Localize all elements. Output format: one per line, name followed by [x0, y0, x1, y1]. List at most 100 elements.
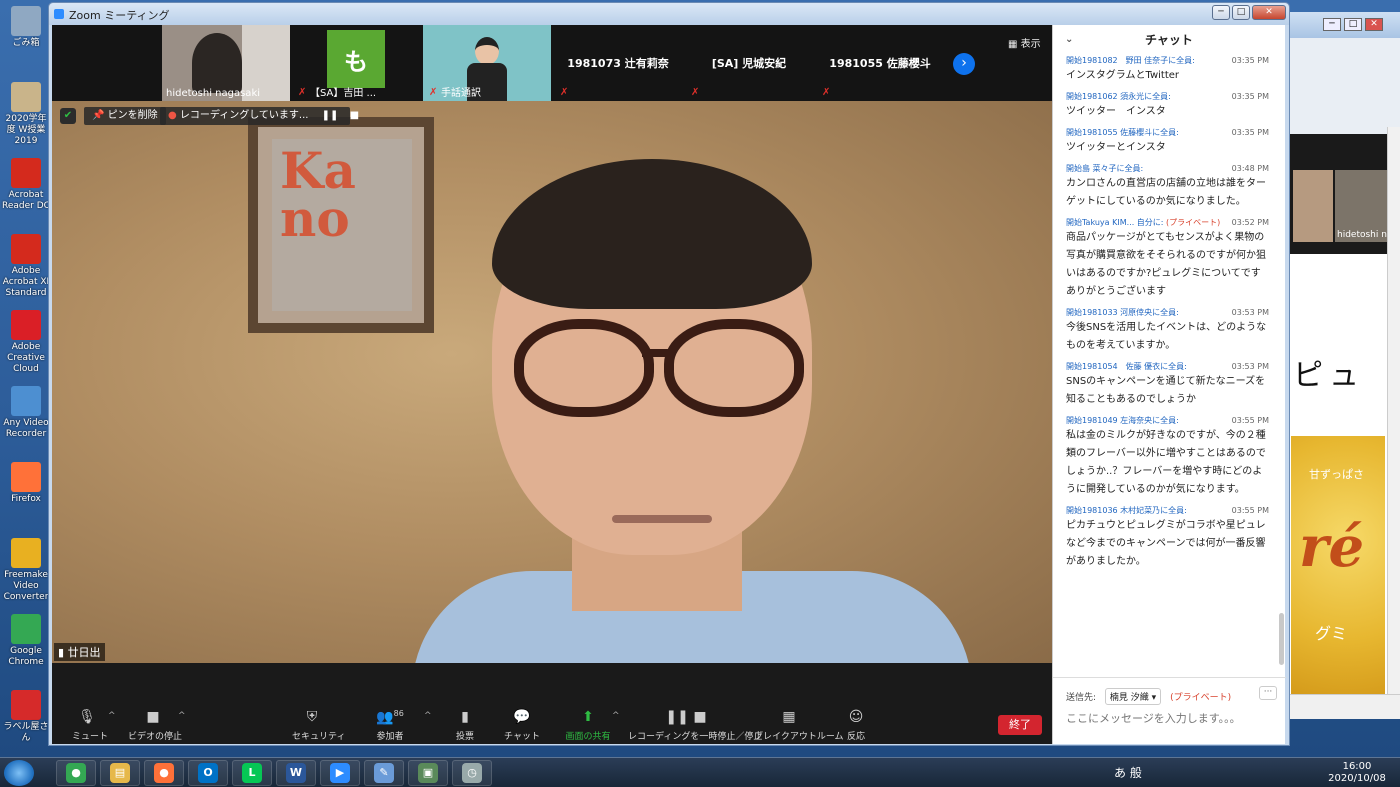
chat-footer: 送信先: 楠見 汐織 ▾ (プライベート) ···: [1053, 677, 1286, 744]
view-button[interactable]: ▦ 表示: [1008, 35, 1041, 50]
outlook-icon: O: [198, 763, 218, 783]
taskbar-app[interactable]: ▣: [408, 760, 448, 786]
desktop-icon[interactable]: Freemake Video Converter: [2, 538, 50, 603]
breakout-rooms-button[interactable]: ▦ ブレイクアウトルーム: [754, 709, 844, 742]
taskbar-app[interactable]: ▤: [100, 760, 140, 786]
reactions-button[interactable]: ☺ 反応: [844, 709, 868, 742]
speaker-name: 廿日出: [67, 646, 101, 659]
stop-video-button[interactable]: ■ ビデオの停止: [128, 709, 182, 742]
desktop-icon[interactable]: Adobe Acrobat XI Standard: [2, 234, 50, 299]
chat-button[interactable]: 💬 チャット: [504, 709, 540, 742]
desktop-icon-label: Freemake Video Converter: [3, 570, 49, 602]
unpin-button[interactable]: 📌 ピンを削除: [84, 107, 166, 125]
pause-recording-icon[interactable]: ❚❚: [322, 110, 339, 121]
app-icon: [11, 538, 41, 568]
participant-tile[interactable]: 1981055 佐藤櫻斗 ✗: [816, 25, 944, 101]
message-time: 03:53 PM: [1231, 362, 1269, 371]
word-icon: W: [286, 763, 306, 783]
message-text: ツイッターとインスタ: [1066, 142, 1166, 153]
chat-message-list[interactable]: 開始1981082 野田 佳奈子に全員: 03:35 PM インスタグラムとTwit…: [1053, 55, 1277, 667]
desktop-icon[interactable]: Firefox: [2, 462, 50, 505]
bg-close-button[interactable]: ✕: [1365, 18, 1383, 31]
taskbar-app[interactable]: W: [276, 760, 316, 786]
mic-muted-icon: ✗: [298, 87, 307, 98]
encryption-shield-icon[interactable]: ✔: [60, 108, 76, 124]
bg-scrollbar[interactable]: [1387, 127, 1400, 697]
taskbar-app[interactable]: ●: [56, 760, 96, 786]
bg-minimize-button[interactable]: ─: [1323, 18, 1341, 31]
taskbar-app[interactable]: ◷: [452, 760, 492, 786]
participants-button[interactable]: 👥86 参加者: [370, 709, 410, 742]
next-page-button[interactable]: ›: [953, 53, 975, 75]
app-icon: [11, 386, 41, 416]
participant-tile[interactable]: hidetoshi nagasaki: [162, 25, 290, 101]
desktop-icon[interactable]: ごみ箱: [2, 6, 50, 49]
chat-header: ⌄ チャット: [1053, 25, 1285, 55]
participant-tile[interactable]: [SA] 児城安紀 ✗: [685, 25, 813, 101]
start-button[interactable]: [4, 760, 34, 786]
taskbar-app[interactable]: ✎: [364, 760, 404, 786]
taskbar-app[interactable]: L: [232, 760, 272, 786]
security-button[interactable]: ⛨ セキュリティ: [292, 709, 345, 742]
stop-recording-icon[interactable]: ■: [350, 110, 359, 121]
desktop-icon[interactable]: Adobe Creative Cloud: [2, 310, 50, 375]
desktop-icon[interactable]: Any Video Recorder: [2, 386, 50, 440]
message-sender: 開始1981082 野田 佳奈子に全員:: [1066, 56, 1195, 65]
pause-stop-recording-button[interactable]: ❚❚ ■ レコーディングを一時停止／停止: [628, 709, 762, 742]
mute-button[interactable]: 🎙 ミュート: [72, 709, 108, 742]
desktop-icon[interactable]: 2020学年度 W授業2019: [2, 82, 50, 147]
bg-doc-heading: ピュ: [1293, 358, 1365, 393]
message-sender: 開始1981054 佐藤 優衣に全員:: [1066, 362, 1187, 371]
desktop-icon[interactable]: Acrobat Reader DC: [2, 158, 50, 212]
bg-zoom-slider[interactable]: [1289, 694, 1400, 719]
participant-tile[interactable]: 1981073 辻有莉奈 ✗: [554, 25, 682, 101]
mute-options-caret[interactable]: ^: [108, 711, 116, 721]
participant-tile[interactable]: ✗ 手話通訳: [423, 25, 551, 101]
taskbar-app[interactable]: ▶: [320, 760, 360, 786]
taskbar-app[interactable]: O: [188, 760, 228, 786]
share-screen-button[interactable]: ⬆ 画面の共有: [564, 709, 612, 742]
ad-kana: グミ: [1315, 624, 1348, 643]
zoom-titlebar[interactable]: Zoom ミーティング ─ □ ✕: [49, 3, 1289, 25]
recording-icon: ●: [168, 110, 177, 121]
desktop-icon-label: Adobe Acrobat XI Standard: [2, 266, 50, 298]
explorer-icon: ▤: [110, 763, 130, 783]
participants-icon: 👥86: [376, 709, 404, 726]
recording-pause-icon: ❚❚ ■: [665, 709, 707, 725]
meeting-area: hidetoshi nagasaki も ✗ 【SA】吉田 ... ✗ 手話通訳…: [52, 25, 1052, 744]
chevron-down-icon[interactable]: ⌄: [1065, 25, 1073, 55]
message-time: 03:53 PM: [1231, 308, 1269, 317]
tool-icon: ▣: [418, 763, 438, 783]
private-tag: (プライベート): [1166, 218, 1221, 227]
poll-button[interactable]: ▮ 投票: [450, 709, 480, 742]
chat-message: 開始1981082 野田 佳奈子に全員: 03:35 PM インスタグラムとTwit…: [1053, 55, 1277, 85]
close-button[interactable]: ✕: [1252, 5, 1286, 20]
recording-indicator[interactable]: ● レコーディングしています... ❚❚ ■: [160, 107, 359, 125]
participants-options-caret[interactable]: ^: [424, 711, 432, 721]
participant-name: [SA] 児城安紀: [711, 57, 787, 70]
background-window[interactable]: ─ □ ✕ hidetoshi n ピュ 甘ずっぱさ ré グミ: [1288, 12, 1400, 719]
desktop-icon-label: Google Chrome: [8, 646, 44, 667]
clock-date: 2020/10/08: [1328, 773, 1386, 784]
share-options-caret[interactable]: ^: [612, 711, 620, 721]
video-options-caret[interactable]: ^: [178, 711, 186, 721]
speaker-name-label: ▮ 廿日出: [54, 643, 105, 661]
chat-input[interactable]: [1066, 708, 1274, 728]
send-to-select[interactable]: 楠見 汐織 ▾: [1104, 688, 1162, 705]
participant-tile[interactable]: も ✗ 【SA】吉田 ...: [292, 25, 420, 101]
end-meeting-button[interactable]: 終了: [998, 715, 1042, 735]
taskbar-app[interactable]: ●: [144, 760, 184, 786]
desktop-icon[interactable]: ラベル屋さん: [2, 690, 50, 744]
chat-scrollbar[interactable]: [1279, 55, 1285, 667]
bg-maximize-button[interactable]: □: [1344, 18, 1362, 31]
system-tray[interactable]: あ 般: [1114, 764, 1142, 781]
minimize-button[interactable]: ─: [1212, 5, 1230, 20]
clock[interactable]: 16:00 2020/10/08: [1327, 761, 1387, 785]
active-speaker-video[interactable]: Ka no ✔ 📌 ピンを削除 ● レコーディングしています... ❚❚ ■ ▮…: [52, 101, 1052, 663]
chrome-icon: ●: [66, 763, 86, 783]
chat-more-button[interactable]: ···: [1259, 686, 1277, 700]
desktop-icon-label: Any Video Recorder: [3, 418, 49, 439]
maximize-button[interactable]: □: [1232, 5, 1250, 20]
participant-name: 手話通訳: [441, 88, 481, 99]
desktop-icon[interactable]: Google Chrome: [2, 614, 50, 668]
